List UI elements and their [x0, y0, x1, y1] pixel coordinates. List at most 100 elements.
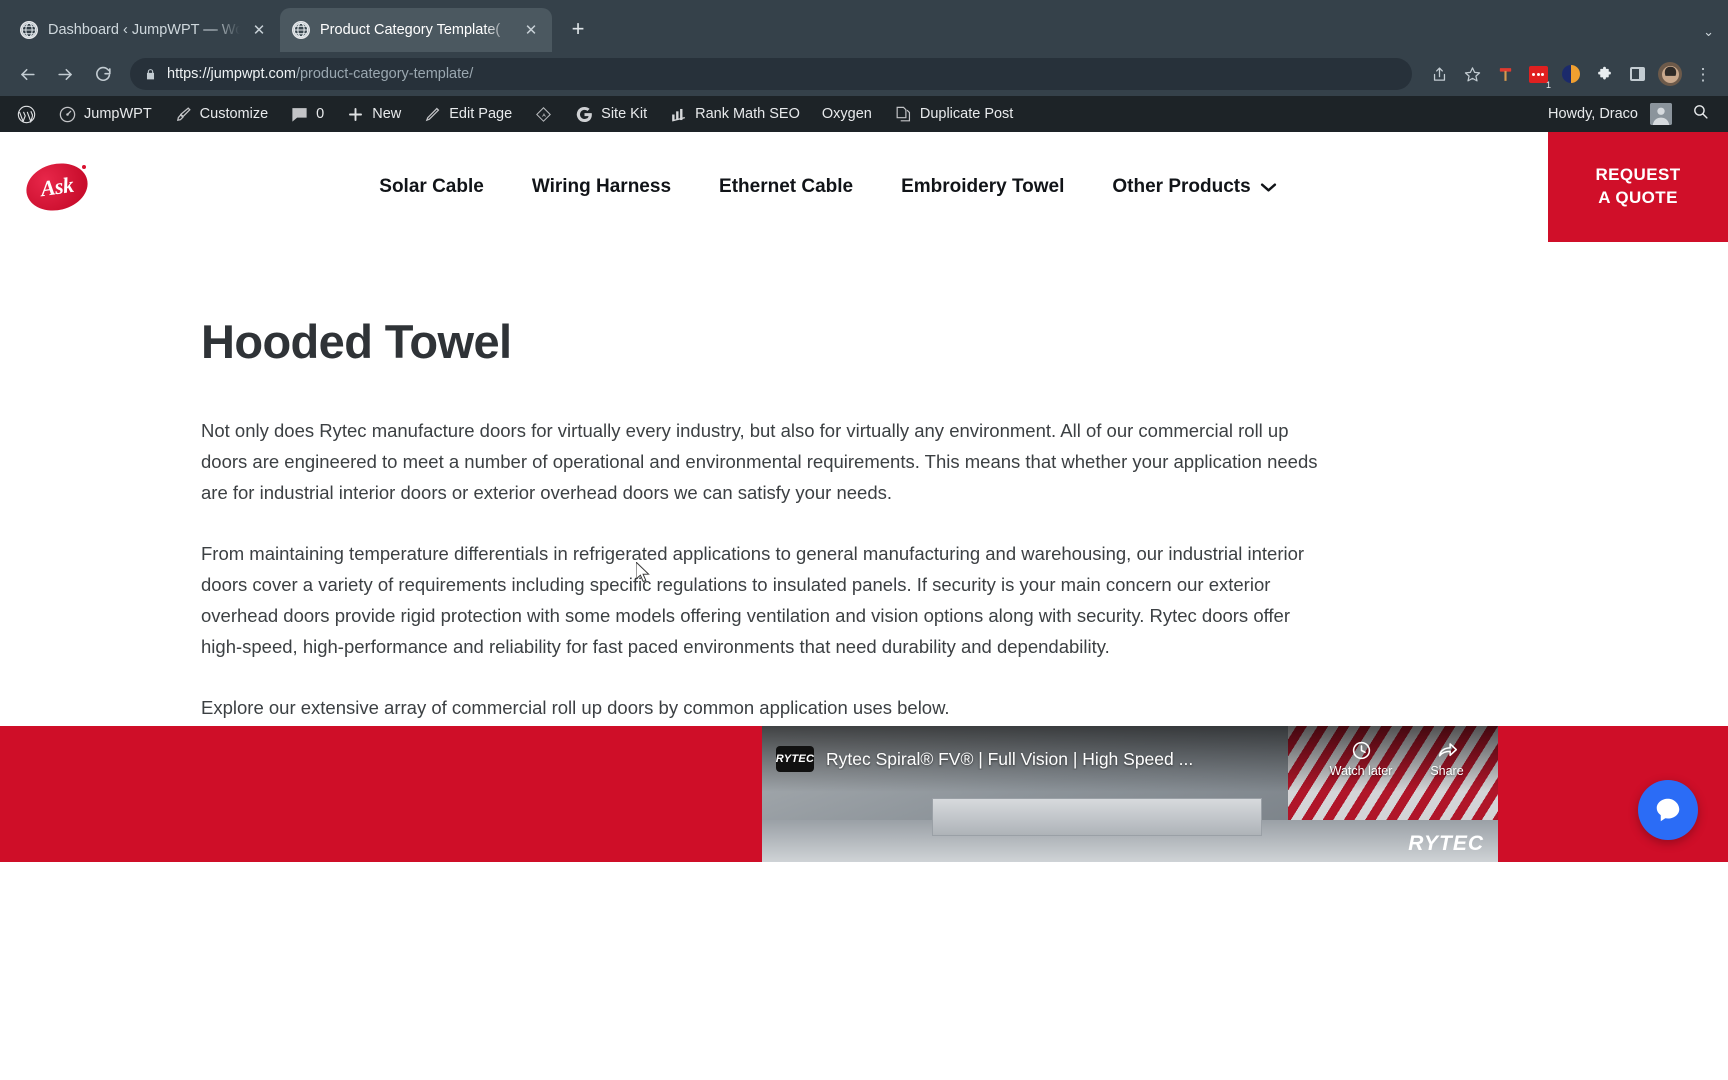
new-tab-button[interactable]: +: [562, 14, 594, 46]
video-top-bar: RYTEC Rytec Spiral® FV® | Full Vision | …: [762, 726, 1498, 792]
rank-math-icon: [669, 105, 688, 124]
admin-bar-new[interactable]: New: [335, 96, 412, 132]
browser-tab-dashboard[interactable]: Dashboard ‹ JumpWPT — Wor ✕: [8, 8, 280, 52]
admin-bar-wordpress-logo[interactable]: [6, 96, 47, 132]
admin-bar-diamond[interactable]: [523, 96, 564, 132]
share-arrow-icon: [1438, 743, 1457, 757]
search-icon[interactable]: [1686, 103, 1714, 125]
forward-arrow-icon[interactable]: [48, 57, 82, 91]
body-paragraph-3: Explore our extensive array of commercia…: [201, 697, 950, 718]
side-panel-icon[interactable]: [1622, 59, 1652, 89]
cta-line-2: A QUOTE: [1598, 188, 1678, 207]
admin-bar-item-label: Site Kit: [601, 106, 648, 122]
browser-toolbar: https://jumpwpt.com/product-category-tem…: [0, 52, 1728, 96]
wordpress-logo-icon: [17, 105, 36, 124]
admin-bar-comment-count: 0: [316, 106, 325, 122]
watch-later-button[interactable]: Watch later: [1324, 740, 1398, 778]
site-header: Ask Solar Cable Wiring Harness Ethernet …: [0, 132, 1728, 242]
video-channel-badge[interactable]: RYTEC: [776, 746, 814, 772]
close-icon[interactable]: ✕: [522, 21, 540, 39]
video-overlay-logo: RYTEC: [1408, 832, 1484, 855]
admin-bar-site-kit[interactable]: Site Kit: [564, 96, 658, 132]
dashboard-speedometer-icon: [58, 105, 77, 124]
site-logo[interactable]: Ask: [21, 157, 93, 217]
clock-icon: [1352, 741, 1370, 760]
browser-window: Dashboard ‹ JumpWPT — Wor ✕ Product Cate…: [0, 0, 1728, 1080]
nav-item-label: Ethernet Cable: [719, 176, 854, 197]
nav-item-label: Embroidery Towel: [901, 176, 1065, 197]
wordpress-admin-bar: JumpWPT Customize 0 New Edit Page Site K…: [0, 96, 1728, 132]
close-icon[interactable]: ✕: [250, 21, 268, 39]
url-path: /product-category-template/: [295, 66, 474, 82]
tab-title: Dashboard ‹ JumpWPT — Wor: [48, 22, 240, 38]
logo-text: Ask: [38, 171, 75, 202]
chevron-down-icon: [1260, 182, 1277, 193]
bookmark-star-icon[interactable]: [1457, 59, 1487, 89]
admin-bar-comments[interactable]: 0: [279, 96, 335, 132]
admin-bar-oxygen[interactable]: Oxygen: [811, 96, 883, 132]
share-label: Share: [1430, 764, 1464, 778]
nav-item-other-products[interactable]: Other Products: [1088, 176, 1300, 198]
hammer-extension-icon[interactable]: [1490, 59, 1520, 89]
tab-strip: Dashboard ‹ JumpWPT — Wor ✕ Product Cate…: [0, 0, 1728, 52]
share-button[interactable]: Share: [1410, 740, 1484, 778]
admin-bar-howdy: Howdy, Draco: [1548, 106, 1638, 122]
globe-icon: [292, 21, 310, 39]
nav-item-ethernet-cable[interactable]: Ethernet Cable: [695, 176, 877, 198]
red-dots-extension-icon[interactable]: 1: [1523, 59, 1553, 90]
main-content: Hooded Towel Not only does Rytec manufac…: [0, 242, 1728, 862]
kebab-menu-icon[interactable]: ⋮: [1688, 59, 1718, 89]
admin-bar-item-label: JumpWPT: [84, 106, 152, 122]
yin-yang-extension-icon[interactable]: [1556, 59, 1586, 89]
admin-bar-rank-math-seo[interactable]: Rank Math SEO: [658, 96, 811, 132]
toolbar-icons: 1 ⋮: [1424, 59, 1718, 90]
tab-title: Product Category Template(: [320, 22, 501, 38]
paintbrush-icon: [174, 105, 193, 124]
nav-item-label: Solar Cable: [379, 176, 484, 197]
admin-bar-account[interactable]: Howdy, Draco: [1548, 103, 1728, 125]
logo-dot-icon: [82, 165, 86, 169]
body-paragraph-1: Not only does Rytec manufacture doors fo…: [201, 420, 1318, 503]
mouse-cursor: [635, 560, 652, 584]
admin-bar-item-label: Customize: [199, 106, 269, 122]
share-icon[interactable]: [1424, 59, 1454, 89]
admin-bar-item-label: New: [372, 106, 402, 122]
chat-widget-button[interactable]: [1638, 780, 1698, 840]
youtube-video-embed[interactable]: RYTEC RYTEC Rytec Spiral® FV® | Full Vis…: [762, 726, 1498, 862]
back-arrow-icon[interactable]: [10, 57, 44, 91]
extension-badge-count: 1: [1545, 80, 1551, 90]
lock-icon: [144, 68, 157, 81]
video-door-panel: [932, 798, 1262, 836]
page-title: Hooded Towel: [201, 315, 512, 368]
comment-bubble-icon: [290, 105, 309, 124]
admin-bar-item-label: Rank Math SEO: [695, 106, 800, 122]
watch-later-label: Watch later: [1329, 764, 1393, 778]
nav-item-label: Other Products: [1112, 176, 1251, 197]
address-bar[interactable]: https://jumpwpt.com/product-category-tem…: [130, 58, 1412, 90]
chat-bubble-icon: [1656, 798, 1680, 822]
browser-tab-product-category-template[interactable]: Product Category Template( ✕: [280, 8, 552, 52]
address-bar-url: https://jumpwpt.com/product-category-tem…: [167, 66, 473, 82]
admin-bar-customize[interactable]: Customize: [163, 96, 280, 132]
video-title[interactable]: Rytec Spiral® FV® | Full Vision | High S…: [826, 749, 1312, 770]
admin-bar-edit-page[interactable]: Edit Page: [412, 96, 523, 132]
admin-bar-item-label: Oxygen: [821, 106, 872, 122]
request-a-quote-header-button[interactable]: REQUEST A QUOTE: [1548, 132, 1728, 242]
avatar: [1650, 103, 1672, 125]
reload-icon[interactable]: [86, 57, 120, 91]
admin-bar-duplicate-post[interactable]: Duplicate Post: [883, 96, 1025, 132]
cta-line-1: REQUEST: [1595, 165, 1681, 185]
puzzle-extensions-icon[interactable]: [1589, 59, 1619, 89]
admin-bar-site-name[interactable]: JumpWPT: [47, 96, 163, 132]
duplicate-pages-icon: [894, 105, 913, 124]
nav-item-wiring-harness[interactable]: Wiring Harness: [508, 176, 695, 198]
profile-avatar[interactable]: [1655, 59, 1685, 89]
nav-item-embroidery-towel[interactable]: Embroidery Towel: [877, 176, 1088, 198]
admin-bar-item-label: Duplicate Post: [919, 106, 1014, 122]
diamond-icon: [534, 105, 553, 124]
admin-bar-item-label: Edit Page: [449, 106, 513, 122]
nav-item-label: Wiring Harness: [531, 176, 672, 197]
tab-list-chevron-icon[interactable]: ⌄: [1703, 24, 1714, 40]
nav-item-solar-cable[interactable]: Solar Cable: [355, 176, 508, 198]
pencil-icon: [423, 105, 442, 124]
